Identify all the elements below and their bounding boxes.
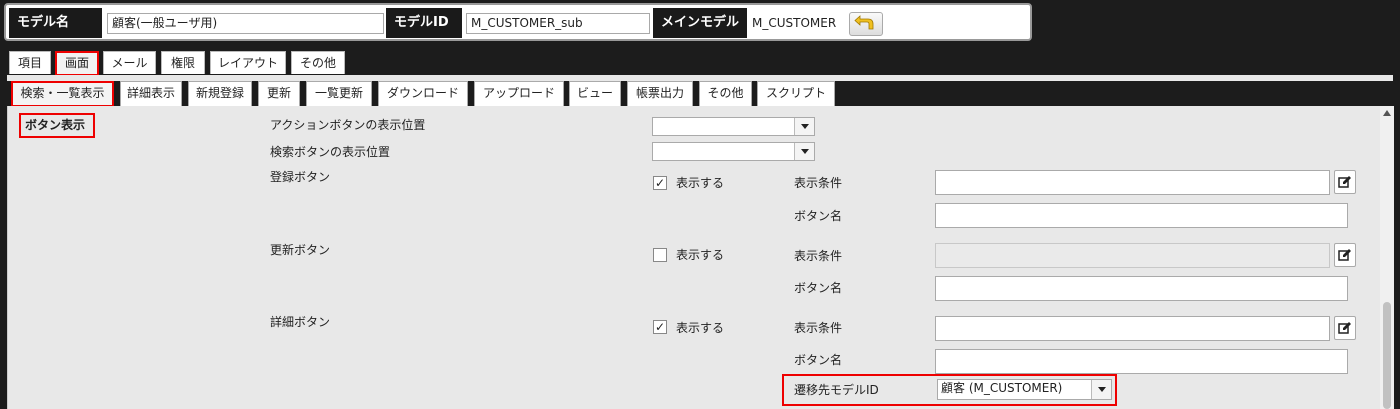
tab-upload[interactable]: アップロード: [474, 81, 564, 106]
action-button-position-select[interactable]: [652, 117, 815, 136]
model-name-label: モデル名: [9, 8, 102, 38]
detail-button-label: 詳細ボタン: [270, 315, 331, 329]
tab-bulk-update[interactable]: 一覧更新: [306, 81, 372, 106]
update-button-label: 更新ボタン: [270, 243, 331, 257]
register-condition-edit-button[interactable]: [1334, 170, 1356, 194]
dropdown-arrow-icon: [794, 143, 814, 160]
tab-detail[interactable]: 詳細表示: [120, 81, 182, 106]
tab-other[interactable]: その他: [291, 51, 345, 74]
highlight-tab-search-list: [11, 81, 114, 107]
detail-button-show-checkbox[interactable]: ✓: [653, 320, 667, 334]
tab-script[interactable]: スクリプト: [757, 81, 835, 106]
top-tab-bar: 項目 画面 メール 権限 レイアウト その他: [0, 51, 1400, 75]
tab-new-register[interactable]: 新規登録: [188, 81, 252, 106]
update-condition-input[interactable]: [935, 243, 1330, 268]
detail-button-name-input[interactable]: [935, 349, 1348, 374]
detail-condition-input[interactable]: [935, 316, 1330, 341]
screen-sub-tab-bar: 検索・一覧表示 詳細表示 新規登録 更新 一覧更新 ダウンロード アップロード …: [0, 81, 1400, 106]
update-condition-edit-button[interactable]: [1334, 243, 1356, 267]
edit-icon: [1338, 322, 1351, 334]
update-button-name-label: ボタン名: [794, 281, 843, 295]
tab-permission[interactable]: 権限: [161, 51, 205, 74]
tab-download[interactable]: ダウンロード: [378, 81, 468, 106]
update-button-show-label: 表示する: [676, 248, 725, 262]
vertical-scrollbar[interactable]: [1380, 106, 1394, 409]
detail-condition-label: 表示条件: [794, 321, 843, 335]
tab-report-output[interactable]: 帳票出力: [627, 81, 693, 106]
model-id-label: モデルID: [386, 8, 462, 38]
tab-layout[interactable]: レイアウト: [210, 51, 286, 74]
tab-view[interactable]: ビュー: [569, 81, 621, 106]
tab-items[interactable]: 項目: [9, 51, 51, 74]
main-model-value: M_CUSTOMER: [752, 16, 837, 30]
update-condition-label: 表示条件: [794, 249, 843, 263]
edit-icon: [1338, 249, 1351, 261]
detail-condition-edit-button[interactable]: [1334, 316, 1356, 340]
register-button-label: 登録ボタン: [270, 170, 331, 184]
detail-button-name-label: ボタン名: [794, 353, 843, 367]
highlight-tab-screen: [55, 51, 99, 76]
model-name-input[interactable]: 顧客(一般ユーザ用): [107, 13, 384, 34]
arrow-return-icon: [854, 15, 874, 30]
register-button-show-checkbox[interactable]: ✓: [653, 176, 667, 190]
scroll-up-icon[interactable]: [1383, 110, 1391, 116]
main-model-label: メインモデル: [653, 8, 747, 38]
update-button-name-input[interactable]: [935, 276, 1348, 301]
button-display-panel: ボタン表示 アクションボタンの表示位置 検索ボタンの表示位置 登録ボタン ✓ 表…: [7, 106, 1394, 409]
highlight-target-model-id: [782, 374, 1117, 406]
model-header: モデル名 顧客(一般ユーザ用) モデルID M_CUSTOMER_sub メイン…: [4, 3, 1032, 41]
model-id-input[interactable]: M_CUSTOMER_sub: [466, 13, 650, 34]
search-button-position-select[interactable]: [652, 142, 815, 161]
search-button-position-label: 検索ボタンの表示位置: [270, 145, 391, 159]
register-condition-input[interactable]: [935, 170, 1330, 195]
jump-to-main-model-button[interactable]: [849, 12, 883, 36]
edit-icon: [1338, 176, 1351, 188]
register-button-show-label: 表示する: [676, 176, 725, 190]
dropdown-arrow-icon: [794, 118, 814, 135]
action-button-position-label: アクションボタンの表示位置: [270, 118, 426, 132]
detail-button-show-label: 表示する: [676, 321, 725, 335]
section-title-button-display: ボタン表示: [19, 113, 95, 138]
update-button-show-checkbox[interactable]: [653, 248, 667, 262]
register-condition-label: 表示条件: [794, 176, 843, 190]
tab-screen-other[interactable]: その他: [699, 81, 752, 106]
tab-update[interactable]: 更新: [258, 81, 300, 106]
register-button-name-input[interactable]: [935, 203, 1348, 228]
scroll-thumb[interactable]: [1383, 302, 1391, 409]
tab-mail[interactable]: メール: [103, 51, 156, 74]
register-button-name-label: ボタン名: [794, 209, 843, 223]
